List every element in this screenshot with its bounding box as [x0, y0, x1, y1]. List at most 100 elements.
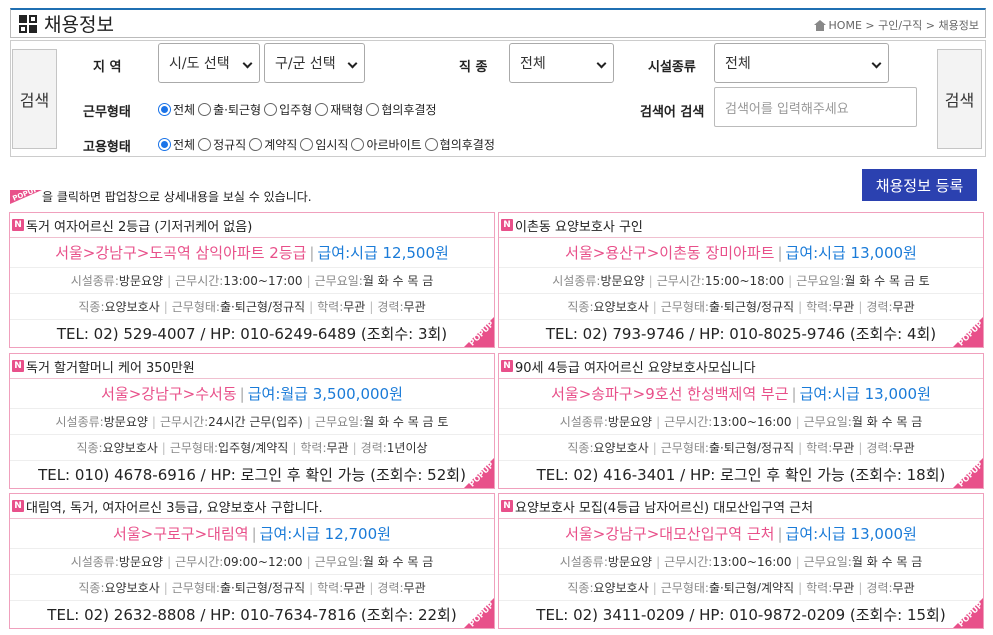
job-card-title[interactable]: N 독거 할거할머니 케어 350만원 — [10, 354, 494, 379]
worktype-radio-4[interactable]: 협의후결정 — [366, 101, 437, 118]
job-value: 요양보호사 — [102, 441, 158, 455]
home-icon — [813, 19, 826, 31]
radio-circle-icon[interactable] — [315, 103, 329, 116]
job-title-text[interactable]: 90세 4등급 여자어르신 요양보호사모십니다 — [515, 357, 756, 376]
job-card[interactable]: N 대림역, 독거, 여자어르신 3등급, 요양보호사 구합니다. 서울>구로구>대… — [9, 493, 495, 629]
worktype-value: 입주형/계약직 — [218, 441, 289, 455]
facility-label: 시설종류: — [70, 274, 119, 288]
job-card-title[interactable]: N 90세 4등급 여자어르신 요양보호사모십니다 — [499, 354, 983, 379]
popup-corner-icon[interactable]: POPUP — [953, 458, 983, 488]
job-title-text[interactable]: 대림역, 독거, 여자어르신 3등급, 요양보호사 구합니다. — [26, 497, 323, 516]
job-location: 서울>구로구>대림역 — [113, 525, 249, 543]
employ-radio-1[interactable]: 정규직 — [198, 136, 246, 153]
radio-circle-icon[interactable] — [158, 103, 171, 116]
employ-radio-4[interactable]: 아르바이트 — [351, 136, 422, 153]
divider: | — [858, 581, 863, 595]
popup-corner-icon[interactable]: POPUP — [464, 317, 494, 347]
employ-radio-0[interactable]: 전체 — [158, 136, 195, 153]
sido-select[interactable]: 시/도 선택 — [158, 43, 260, 83]
worktype-label: 근무형태: — [171, 300, 220, 314]
job-location: 서울>용산구>이촌동 장미아파트 — [565, 244, 775, 262]
popup-corner-label: POPUP — [956, 460, 983, 488]
popup-corner-label: POPUP — [956, 600, 983, 628]
job-value: 요양보호사 — [593, 581, 649, 595]
days-label: 근무요일: — [803, 415, 852, 429]
hours-value: 24시간 근무(입주) — [208, 415, 303, 429]
days-label: 근무요일: — [803, 555, 852, 569]
facility-value: 방문요양 — [103, 415, 148, 429]
facility-value: 방문요양 — [118, 555, 164, 569]
job-title-text[interactable]: 독거 할거할머니 케어 350만원 — [26, 357, 195, 376]
worktype-value: 출·퇴근형/계약직 — [708, 581, 795, 595]
job-schedule-row: 시설종류:방문요양 | 근무시간:13:00~16:00 | 근무요일:월 화 수 목 … — [499, 409, 983, 435]
keyword-label: 검색어 검색 — [640, 105, 705, 120]
worktype-radio-1[interactable]: 출·퇴근형 — [198, 101, 261, 118]
job-select[interactable]: 전체 — [509, 43, 614, 83]
career-value: 무관 — [403, 581, 426, 595]
gugun-select[interactable]: 구/군 선택 — [264, 43, 365, 83]
radio-circle-icon[interactable] — [198, 103, 212, 116]
job-card[interactable]: N 요양보호사 모집(4등급 남자어르신) 대모산입구역 근처 서울>강남구>대모산… — [498, 493, 984, 629]
job-location-row: 서울>강남구>수서동 | 급여:월급 3,500,000원 — [10, 379, 494, 409]
worktype-radio-0[interactable]: 전체 — [158, 101, 195, 118]
worktype-label: 근무형태: — [660, 300, 709, 314]
career-value: 무관 — [403, 300, 426, 314]
keyword-input[interactable]: 검색어를 입력해주세요 — [714, 87, 917, 127]
edu-value: 무관 — [343, 300, 366, 314]
search-button-right[interactable]: 검색 — [937, 49, 982, 149]
worktype-radio-label: 전체 — [173, 103, 196, 117]
job-schedule-row: 시설종류:방문요양 | 근무시간:13:00~17:00 | 근무요일:월 화 수 목 … — [10, 268, 494, 294]
days-value: 월 화 수 목 금 — [362, 555, 434, 569]
job-contact: TEL: 02) 529-4007 / HP: 010-6249-6489 (조… — [56, 325, 448, 343]
job-card-title[interactable]: N 요양보호사 모집(4등급 남자어르신) 대모산입구역 근처 — [499, 494, 983, 519]
divider: | — [652, 300, 657, 314]
days-value: 월 화 수 목 금 토 — [363, 415, 449, 429]
radio-circle-icon[interactable] — [300, 138, 314, 151]
job-wage: 급여:시급 13,000원 — [785, 244, 917, 262]
worktype-radio-2[interactable]: 입주형 — [264, 101, 312, 118]
job-card-title[interactable]: N 이촌동 요양보호사 구인 — [499, 213, 983, 238]
facility-select[interactable]: 전체 — [714, 43, 889, 83]
job-card[interactable]: N 독거 할거할머니 케어 350만원 서울>강남구>수서동 | 급여:월급 3,500… — [9, 353, 495, 489]
edu-label: 학력: — [806, 300, 833, 314]
facility-value: 방문요양 — [118, 274, 164, 288]
popup-corner-icon[interactable]: POPUP — [464, 458, 494, 488]
career-label: 경력: — [377, 300, 404, 314]
popup-corner-icon[interactable]: POPUP — [464, 598, 494, 628]
radio-circle-icon[interactable] — [158, 138, 171, 151]
register-job-button[interactable]: 채용정보 등록 — [862, 169, 977, 201]
worktype-label: 근무형태: — [169, 441, 219, 455]
radio-circle-icon[interactable] — [424, 138, 438, 151]
hours-label: 근무시간: — [175, 274, 224, 288]
job-card-title[interactable]: N 독거 여자어르신 2등급 (기저귀케어 없음) — [10, 213, 494, 238]
radio-circle-icon[interactable] — [249, 138, 263, 151]
job-title-text[interactable]: 이촌동 요양보호사 구인 — [515, 216, 643, 235]
facility-label: 시설종류 — [648, 60, 696, 75]
job-label: 직종: — [567, 441, 594, 455]
edu-label: 학력: — [806, 581, 833, 595]
divider: | — [306, 415, 311, 429]
worktype-radio-3[interactable]: 재택형 — [315, 101, 363, 118]
employ-radio-3[interactable]: 임시직 — [300, 136, 348, 153]
breadcrumb-text[interactable]: HOME > 구인/구직 > 채용정보 — [829, 17, 979, 33]
radio-circle-icon[interactable] — [351, 138, 365, 151]
job-card[interactable]: N 이촌동 요양보호사 구인서울>용산구>이촌동 장미아파트 | 급여:시급 13,0… — [498, 212, 984, 348]
job-card[interactable]: N 독거 여자어르신 2등급 (기저귀케어 없음) 서울>강남구>도곡역 삼익아파트… — [9, 212, 495, 348]
job-card-title[interactable]: N 대림역, 독거, 여자어르신 3등급, 요양보호사 구합니다. — [10, 494, 494, 519]
radio-circle-icon[interactable] — [366, 103, 380, 116]
employ-radio-2[interactable]: 계약직 — [249, 136, 297, 153]
job-card[interactable]: N 90세 4등급 여자어르신 요양보호사모십니다 서울>송파구>9호선 한성백제역… — [498, 353, 984, 489]
job-label: 직종: — [567, 581, 594, 595]
employ-radio-5[interactable]: 협의후결정 — [424, 136, 495, 153]
job-title-text[interactable]: 독거 여자어르신 2등급 (기저귀케어 없음) — [26, 216, 252, 235]
worktype-value: 출·퇴근형/정규직 — [708, 441, 795, 455]
job-title-text[interactable]: 요양보호사 모집(4등급 남자어르신) 대모산입구역 근처 — [515, 497, 813, 516]
radio-circle-icon[interactable] — [264, 103, 278, 116]
days-value: 월 화 수 목 금 — [851, 415, 923, 429]
radio-circle-icon[interactable] — [198, 138, 212, 151]
edu-value: 무관 — [832, 300, 855, 314]
search-button-left[interactable]: 검색 — [12, 49, 57, 149]
popup-corner-icon[interactable]: POPUP — [953, 317, 983, 347]
popup-corner-icon[interactable]: POPUP — [953, 598, 983, 628]
breadcrumb[interactable]: HOME > 구인/구직 > 채용정보 — [813, 17, 979, 33]
